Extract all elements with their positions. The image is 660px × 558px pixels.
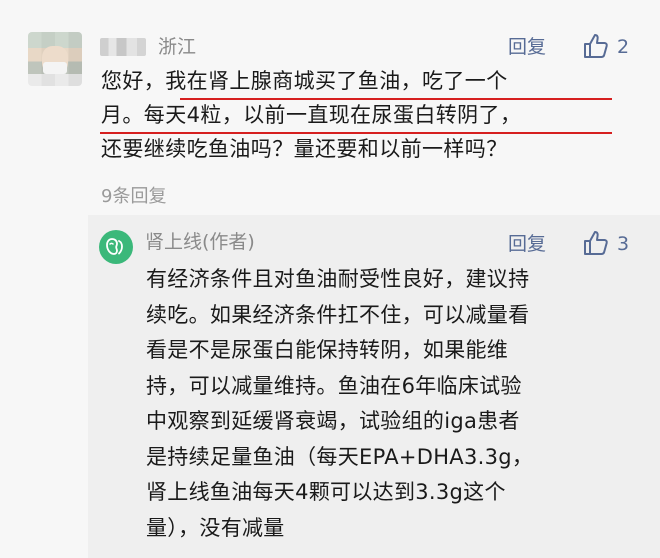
comment-line: 还要继续吃鱼油吗？量还要和以前一样吗？ (101, 137, 508, 161)
comment-body: 您好，我在肾上腺商城买了鱼油，吃了一个 月。每天4粒，以前一直现在尿蛋白转阴了，… (101, 64, 641, 166)
reply-line: 持，可以减量维持。鱼油在6年临床试验 (146, 373, 522, 398)
view-replies-link[interactable]: 9条回复 (101, 186, 166, 208)
like-count: 2 (617, 36, 630, 58)
commenter-location: 浙江 (158, 36, 197, 58)
reply-button[interactable]: 回复 (508, 233, 546, 255)
reply-line: 有经济条件且对鱼油耐受性良好，建议持 (146, 267, 530, 291)
reply-button[interactable]: 回复 (508, 36, 546, 58)
thumbs-up-icon[interactable] (582, 32, 610, 60)
reply-line: 量），没有减量 (146, 515, 285, 540)
comment-line: 月。每天4粒，以前一直现在尿蛋白转阴了， (101, 103, 522, 127)
thumbs-up-icon[interactable] (582, 229, 610, 257)
kidney-logo-icon (106, 238, 123, 255)
reply-line: 是持续足量鱼油（每天EPA+DHA3.3g， (146, 444, 534, 469)
author-name: 肾上线(作者) (145, 231, 255, 253)
highlight-underline (180, 98, 612, 100)
author-avatar[interactable] (99, 230, 133, 264)
commenter-name-blurred (100, 38, 146, 56)
reply-line: 续吃。如果经济条件扛不住，可以减量看 (146, 302, 530, 327)
like-count: 3 (617, 233, 630, 255)
author-reply-body: 有经济条件且对鱼油耐受性良好，建议持 续吃。如果经济条件扛不住，可以减量看 看是… (146, 262, 646, 546)
reply-line: 肾上线鱼油每天4颗可以达到3.3g这个 (146, 480, 506, 504)
commenter-avatar[interactable] (28, 32, 82, 86)
highlight-underline (100, 132, 612, 134)
reply-line: 中观察到延缓肾衰竭，试验组的iga患者 (146, 409, 520, 433)
reply-line: 看是不是尿蛋白能保持转阴，如果能维 (146, 338, 509, 362)
comment-line: 您好，我在肾上腺商城买了鱼油，吃了一个 (101, 69, 508, 93)
